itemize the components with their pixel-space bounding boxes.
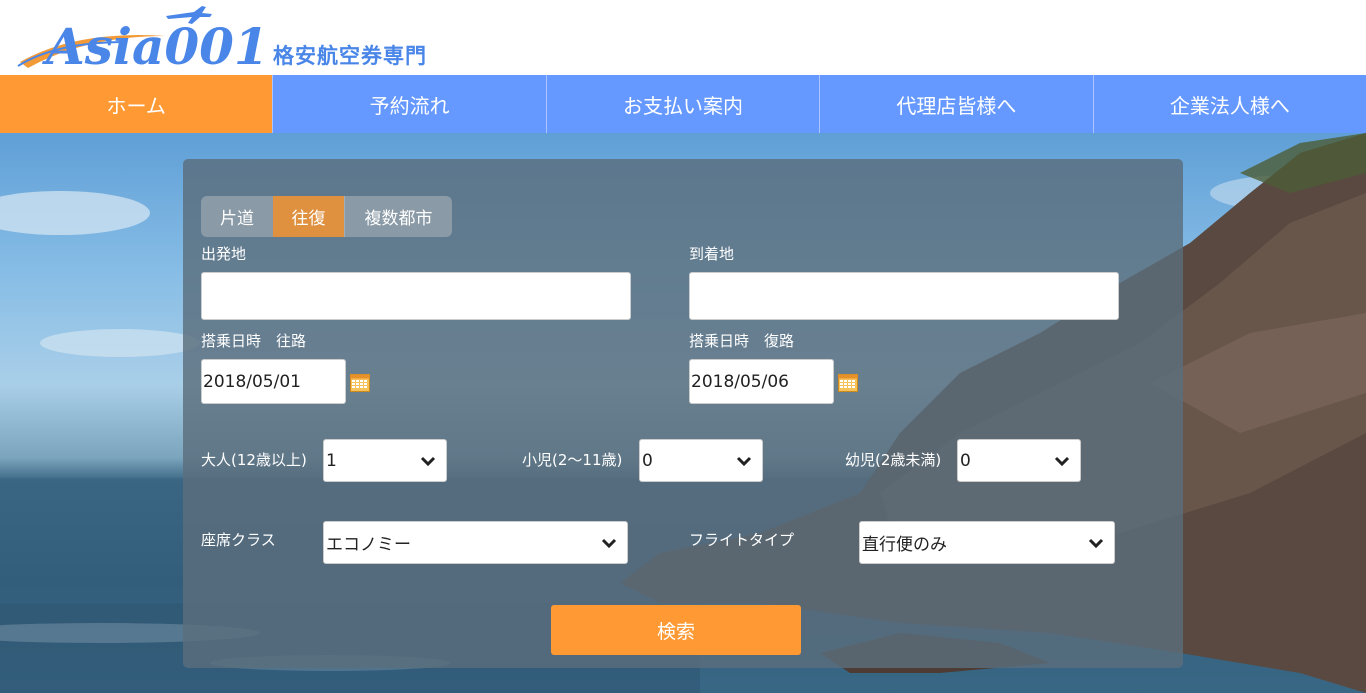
trip-type-multi-city[interactable]: 複数都市 <box>344 196 452 237</box>
destination-input[interactable] <box>689 272 1119 320</box>
site-header: Asia001 格安航空券専門 <box>0 0 1366 75</box>
infant-label: 幼児(2歳未満) <box>845 451 942 469</box>
flight-type-select-value: 直行便のみ <box>862 535 947 555</box>
child-select-value: 0 <box>642 450 653 471</box>
adult-select[interactable]: 1 <box>323 439 447 482</box>
class-select-value: エコノミー <box>326 535 411 555</box>
chevron-down-icon <box>1054 456 1070 467</box>
infant-select[interactable]: 0 <box>957 439 1081 482</box>
search-button[interactable]: 検索 <box>551 605 801 655</box>
nav-booking-flow[interactable]: 予約流れ <box>272 75 545 133</box>
infant-select-value: 0 <box>960 450 971 471</box>
chevron-down-icon <box>601 538 617 549</box>
class-select[interactable]: エコノミー <box>323 521 628 564</box>
calendar-icon[interactable] <box>838 373 858 392</box>
logo-text: Asia001 <box>42 17 261 72</box>
origin-label: 出発地 <box>201 245 247 263</box>
trip-type-one-way[interactable]: 片道 <box>201 196 273 237</box>
chevron-down-icon <box>420 456 436 467</box>
calendar-icon[interactable] <box>350 373 370 392</box>
depart-date-input[interactable]: 2018/05/01 <box>201 359 346 404</box>
chevron-down-icon <box>736 456 752 467</box>
flight-type-select[interactable]: 直行便のみ <box>859 521 1115 564</box>
child-select[interactable]: 0 <box>639 439 763 482</box>
return-date-label: 搭乗日時 復路 <box>689 332 795 350</box>
chevron-down-icon <box>1088 538 1104 549</box>
flight-search-panel: 片道 往復 複数都市 出発地 到着地 搭乗日時 往路 2018/05/01 搭乗… <box>183 159 1183 668</box>
trip-type-tabs: 片道 往復 複数都市 <box>201 196 452 237</box>
child-label: 小児(2～11歳) <box>522 451 623 469</box>
return-date-input[interactable]: 2018/05/06 <box>689 359 834 404</box>
nav-agents[interactable]: 代理店皆様へ <box>819 75 1092 133</box>
tagline: 格安航空券専門 <box>273 44 427 68</box>
trip-type-round-trip[interactable]: 往復 <box>273 196 344 237</box>
flight-type-label: フライトタイプ <box>689 531 795 549</box>
adult-label: 大人(12歳以上) <box>201 451 307 469</box>
origin-input[interactable] <box>201 272 631 320</box>
nav-home[interactable]: ホーム <box>0 75 273 133</box>
nav-payment-guide[interactable]: お支払い案内 <box>545 75 819 133</box>
logo[interactable]: Asia001 <box>16 2 261 72</box>
adult-select-value: 1 <box>326 450 337 471</box>
nav-corporate[interactable]: 企業法人様へ <box>1092 75 1366 133</box>
destination-label: 到着地 <box>689 245 735 263</box>
depart-date-label: 搭乗日時 往路 <box>201 332 307 350</box>
main-nav: ホーム 予約流れ お支払い案内 代理店皆様へ 企業法人様へ <box>0 75 1366 133</box>
class-label: 座席クラス <box>201 531 276 549</box>
